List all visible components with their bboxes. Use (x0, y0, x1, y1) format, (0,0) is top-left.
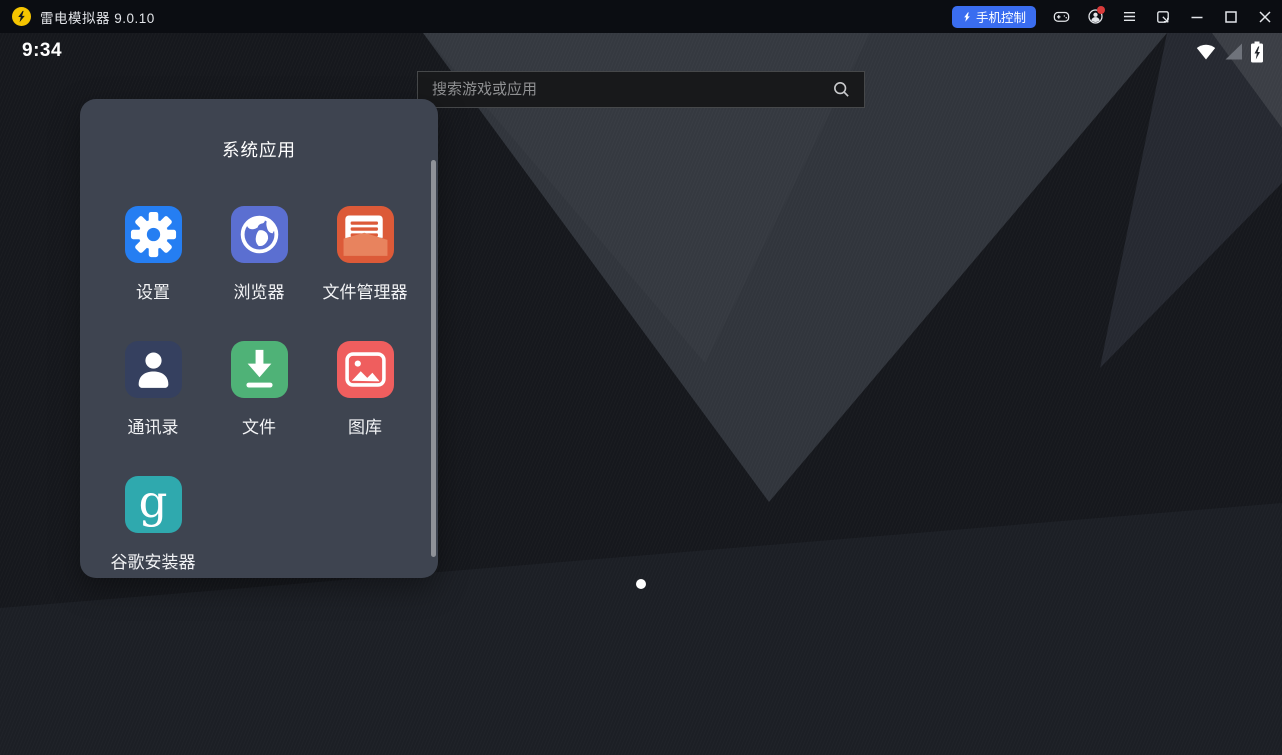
close-button[interactable] (1248, 0, 1282, 33)
app-item-google-installer[interactable]: g 谷歌安装器 (100, 476, 206, 611)
globe-icon (231, 206, 288, 263)
page-indicator-dot (636, 579, 646, 589)
folder-title: 系统应用 (80, 137, 438, 162)
account-icon[interactable] (1078, 0, 1112, 33)
status-time: 9:34 (22, 40, 62, 62)
gear-icon (125, 206, 182, 263)
search-icon[interactable] (832, 80, 851, 99)
notification-dot (1097, 6, 1105, 14)
search-bar (417, 71, 865, 108)
app-item-browser[interactable]: 浏览器 (206, 206, 312, 341)
app-item-settings[interactable]: 设置 (100, 206, 206, 341)
system-apps-folder: 系统应用 设置 浏览器 文件管理器 通讯录 文件 图库 g 谷歌安装器 (80, 99, 438, 578)
app-label: 通讯录 (128, 413, 179, 438)
app-label: 浏览器 (234, 278, 285, 303)
search-input[interactable] (418, 81, 832, 98)
signal-icon (1222, 40, 1246, 64)
wifi-icon (1194, 40, 1218, 64)
download-icon (231, 341, 288, 398)
ldplayer-logo-icon (12, 7, 31, 26)
app-item-files[interactable]: 文件 (206, 341, 312, 476)
maximize-button[interactable] (1214, 0, 1248, 33)
minimize-button[interactable] (1180, 0, 1214, 33)
app-label: 图库 (348, 413, 382, 438)
folder-scrollbar[interactable] (431, 160, 436, 557)
app-label: 文件管理器 (323, 278, 408, 303)
app-item-file-manager[interactable]: 文件管理器 (312, 206, 418, 341)
app-item-gallery[interactable]: 图库 (312, 341, 418, 476)
person-icon (125, 341, 182, 398)
battery-charging-icon (1250, 40, 1264, 64)
phone-control-button[interactable]: 手机控制 (952, 6, 1036, 28)
status-icons (1194, 40, 1264, 64)
menu-icon[interactable] (1112, 0, 1146, 33)
android-screen: 9:34 系统应用 (0, 33, 1282, 755)
lightning-icon (962, 11, 972, 23)
image-icon (337, 341, 394, 398)
folder-document-icon (337, 206, 394, 263)
app-label: 文件 (242, 413, 276, 438)
window-title: 雷电模拟器 9.0.10 (40, 7, 155, 27)
emulator-window: 雷电模拟器 9.0.10 手机控制 (0, 0, 1282, 755)
folder-apps-grid: 设置 浏览器 文件管理器 通讯录 文件 图库 g 谷歌安装器 (100, 206, 418, 611)
g-letter-icon: g (125, 476, 182, 533)
app-item-contacts[interactable]: 通讯录 (100, 341, 206, 476)
titlebar: 雷电模拟器 9.0.10 手机控制 (0, 0, 1282, 33)
app-label: 谷歌安装器 (111, 548, 196, 573)
resize-window-icon[interactable] (1146, 0, 1180, 33)
gamepad-icon[interactable] (1044, 0, 1078, 33)
app-label: 设置 (136, 278, 170, 303)
